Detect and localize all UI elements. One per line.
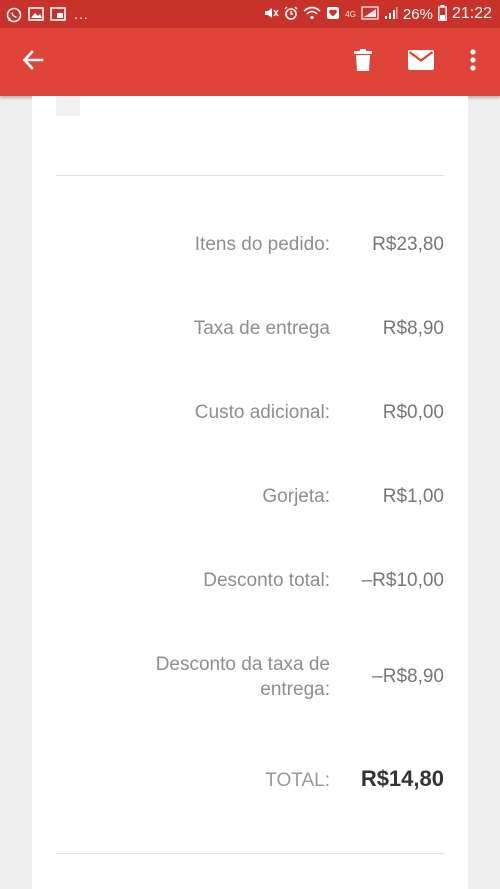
row-label: Gorjeta: — [262, 486, 330, 507]
alarm-icon — [284, 6, 298, 23]
status-bar: ... 4G 26% 21:22 — [0, 0, 500, 28]
mail-icon — [408, 49, 434, 75]
wifi-icon — [303, 6, 321, 23]
row-value: R$8,90 — [382, 318, 444, 339]
window-icon — [50, 7, 66, 21]
row-value: R$0,00 — [382, 402, 444, 423]
row-value: R$23,80 — [372, 234, 444, 255]
row-label: Itens do pedido: — [194, 234, 330, 255]
divider — [56, 175, 444, 176]
delete-button[interactable] — [340, 28, 386, 96]
battery-icon — [438, 4, 447, 24]
row-label: Custo adicional: — [194, 402, 330, 423]
back-button[interactable] — [10, 28, 56, 96]
image-icon — [28, 7, 44, 21]
row-value: –R$8,90 — [372, 666, 444, 687]
row-label: Desconto total: — [203, 570, 330, 591]
whatsapp-icon — [6, 7, 22, 23]
mail-button[interactable] — [398, 28, 444, 96]
total-label: TOTAL: — [265, 770, 330, 791]
signal-bars-icon — [384, 6, 398, 23]
more-options-button[interactable] — [456, 28, 490, 96]
trash-icon — [354, 48, 372, 76]
total-value: R$14,80 — [360, 766, 444, 791]
heart-shield-icon — [326, 6, 340, 23]
battery-percent: 26% — [402, 5, 433, 23]
more-vert-icon — [470, 48, 476, 76]
image-placeholder — [56, 96, 80, 116]
divider — [56, 853, 444, 854]
status-bar-left: ... — [0, 6, 89, 23]
row-value: –R$10,00 — [361, 570, 444, 591]
signal-icon — [361, 5, 379, 23]
app-bar — [0, 28, 500, 96]
network-type: 4G — [345, 9, 356, 19]
row-label-line2: entrega: — [260, 679, 330, 700]
status-bar-right: 4G 26% 21:22 — [263, 4, 500, 24]
clock: 21:22 — [451, 5, 492, 22]
row-value: R$1,00 — [382, 486, 444, 507]
arrow-left-icon — [22, 49, 44, 76]
row-label: Taxa de entrega — [193, 318, 330, 339]
email-content: Itens do pedido: R$23,80 Taxa de entrega… — [32, 96, 468, 889]
row-label-line1: Desconto da taxa de — [155, 654, 330, 675]
notification-overflow: ... — [74, 6, 89, 22]
mute-icon — [263, 6, 279, 23]
